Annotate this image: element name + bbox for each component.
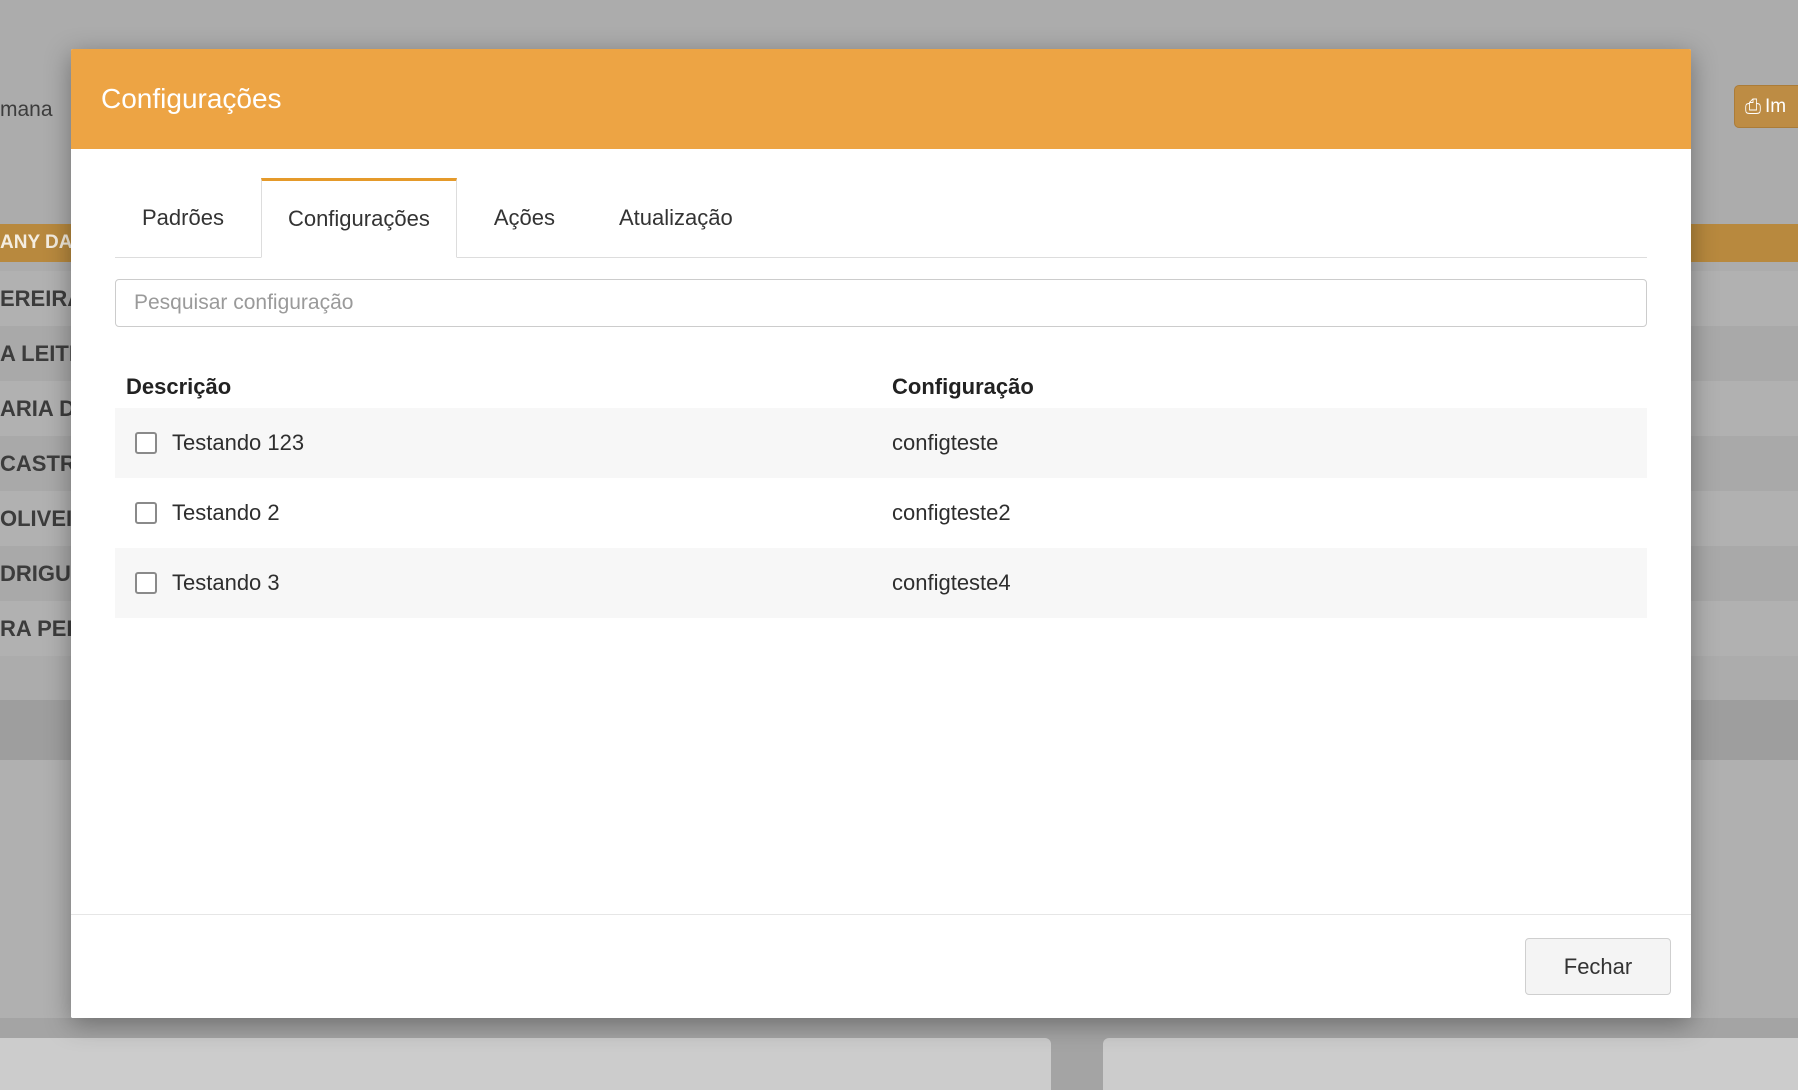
column-header-config: Configuração (892, 374, 1034, 400)
settings-modal: Configurações Padrões Configurações Açõe… (71, 49, 1691, 1018)
row-description: Testando 3 (172, 548, 280, 618)
table-body: Testando 123 configteste Testando 2 conf… (115, 408, 1647, 618)
row-checkbox[interactable] (135, 432, 157, 454)
background-row-text: DRIGUI (0, 561, 77, 587)
table-row: Testando 123 configteste (115, 408, 1647, 478)
column-header-description: Descrição (126, 374, 231, 400)
background-row-text: RA PER (0, 616, 82, 642)
background-panel-right (1103, 1038, 1798, 1090)
modal-title: Configurações (101, 83, 282, 115)
background-table-header-text: ANY DA (0, 232, 73, 254)
row-config-value: configteste2 (892, 478, 1011, 548)
tab-acoes[interactable]: Ações (467, 178, 582, 257)
table-row: Testando 3 configteste4 (115, 548, 1647, 618)
tab-padroes[interactable]: Padrões (115, 178, 251, 257)
print-button-label: Im (1765, 96, 1786, 118)
search-input[interactable] (115, 279, 1647, 327)
row-config-value: configteste (892, 408, 998, 478)
close-button[interactable]: Fechar (1525, 938, 1671, 995)
tab-configuracoes[interactable]: Configurações (261, 178, 457, 258)
background-row-text: ARIA D (0, 396, 75, 422)
modal-header: Configurações (71, 49, 1691, 149)
screen: mana ⎙ Im ANY DA EREIRA A LEITI ARIA D C… (0, 0, 1798, 1090)
background-row-text: OLIVEII (0, 506, 78, 532)
row-description: Testando 2 (172, 478, 280, 548)
background-panel-left (0, 1038, 1051, 1090)
print-button[interactable]: ⎙ Im (1734, 85, 1798, 128)
row-config-value: configteste4 (892, 548, 1011, 618)
table-header: Descrição Configuração (115, 374, 1647, 408)
tab-atualizacao[interactable]: Atualização (592, 178, 760, 257)
row-description: Testando 123 (172, 408, 304, 478)
background-text-fragment: mana (0, 98, 53, 122)
table-row: Testando 2 configteste2 (115, 478, 1647, 548)
print-icon: ⎙ (1745, 97, 1761, 117)
tab-bar: Padrões Configurações Ações Atualização (115, 178, 1647, 258)
background-row-text: A LEITI (0, 341, 75, 367)
row-checkbox[interactable] (135, 502, 157, 524)
modal-footer: Fechar (71, 914, 1691, 1018)
row-checkbox[interactable] (135, 572, 157, 594)
